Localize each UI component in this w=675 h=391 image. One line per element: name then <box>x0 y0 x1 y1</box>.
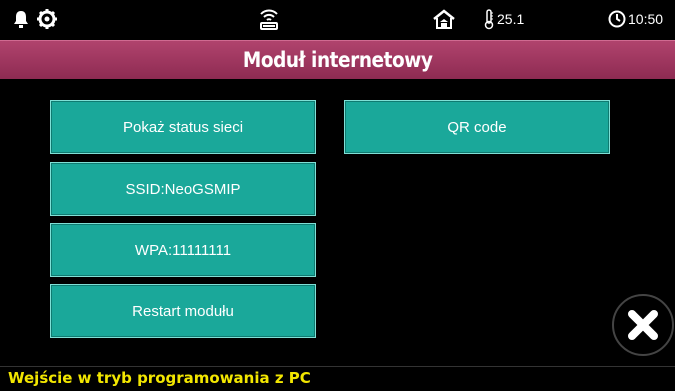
restart-module-button[interactable]: Restart modułu <box>50 284 316 338</box>
close-button[interactable] <box>612 294 674 356</box>
home-alarm-icon <box>432 0 456 38</box>
wifi-router-icon <box>256 0 282 38</box>
wpa-button[interactable]: WPA:11111111 <box>50 223 316 277</box>
status-bar: 25.1 10:50 <box>0 0 675 38</box>
title-bar: Moduł internetowy <box>0 40 675 79</box>
gear-icon[interactable] <box>36 0 58 38</box>
clock-time: 10:50 <box>628 11 664 27</box>
show-network-status-button[interactable]: Pokaż status sieci <box>50 100 316 154</box>
qr-code-button[interactable]: QR code <box>344 100 610 154</box>
bell-icon[interactable] <box>12 0 30 38</box>
footer: Wejście w tryb programowania z PC <box>0 366 675 391</box>
footer-message: Wejście w tryb programowania z PC <box>8 369 311 387</box>
clock-icon <box>608 0 626 38</box>
close-icon <box>628 310 658 340</box>
page-title: Moduł internetowy <box>242 48 433 72</box>
temperature-value: 25.1 <box>497 11 525 27</box>
ssid-button[interactable]: SSID:NeoGSMIP <box>50 162 316 216</box>
thermometer-icon <box>483 0 495 38</box>
